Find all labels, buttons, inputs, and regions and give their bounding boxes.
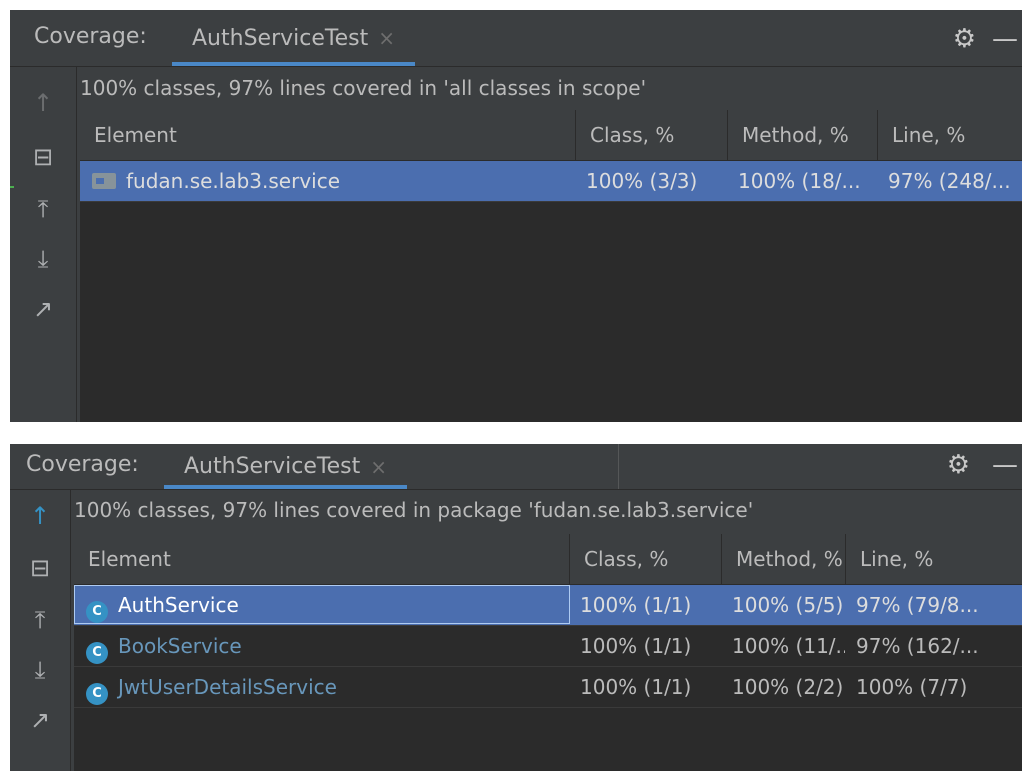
tab-active-indicator (172, 62, 415, 66)
class-icon: C (86, 601, 108, 623)
gear-icon[interactable]: ⚙ (953, 24, 976, 54)
coverage-title: Coverage: (26, 452, 139, 477)
flatten-packages-icon[interactable]: ⊟ (10, 554, 70, 582)
package-folder-icon (92, 173, 116, 189)
element-name: fudan.se.lab3.service (126, 169, 341, 193)
element-name: BookService (118, 634, 242, 658)
line-coverage: 97% (79/8... (856, 593, 979, 617)
tab-auth-service-test[interactable]: AuthServiceTest × (172, 10, 415, 66)
line-coverage: 97% (248/... (888, 169, 1011, 193)
method-coverage: 100% (2/2) (722, 667, 846, 707)
minimize-icon[interactable]: — (992, 24, 1022, 54)
column-line[interactable]: Line, % (846, 534, 1022, 584)
column-element[interactable]: Element (74, 534, 570, 584)
close-icon[interactable]: × (370, 455, 387, 479)
class-icon: C (86, 683, 108, 705)
coverage-toolbar: ↑ ⊟ ⤒ ⤓ ↗ (10, 490, 71, 771)
column-class[interactable]: Class, % (570, 534, 722, 584)
element-name: AuthService (118, 593, 239, 617)
method-coverage: 100% (18/... (728, 161, 878, 201)
gear-icon[interactable]: ⚙ (947, 450, 970, 480)
gutter-marker (10, 186, 14, 188)
column-method[interactable]: Method, % (728, 110, 878, 160)
element-name: JwtUserDetailsService (118, 675, 337, 699)
column-method[interactable]: Method, % (722, 534, 846, 584)
column-element[interactable]: Element (80, 110, 576, 160)
method-coverage: 100% (11/... (722, 626, 846, 666)
go-up-icon[interactable]: ↑ (10, 502, 70, 530)
collapse-all-icon[interactable]: ⤓ (10, 656, 70, 684)
column-class[interactable]: Class, % (576, 110, 728, 160)
tab-auth-service-test[interactable]: AuthServiceTest × (164, 444, 407, 489)
table-row[interactable]: C AuthService 100% (1/1) 100% (5/5) 97% (… (74, 585, 1022, 626)
export-report-icon[interactable]: ↗ (10, 295, 76, 323)
expand-all-icon[interactable]: ⤒ (10, 195, 76, 223)
coverage-table: Element Class, % Method, % Line, % C Auth… (74, 534, 1022, 771)
class-icon: C (86, 642, 108, 664)
tab-label: AuthServiceTest (192, 25, 369, 51)
table-header: Element Class, % Method, % Line, % (80, 110, 1022, 161)
table-row[interactable]: fudan.se.lab3.service 100% (3/3) 100% (1… (80, 161, 1022, 202)
column-line[interactable]: Line, % (878, 110, 1022, 160)
coverage-panel-package: Coverage: AuthServiceTest × ⚙ — ↑ ⊟ ⤒ ⤓ … (10, 444, 1022, 771)
tab-label: AuthServiceTest (184, 454, 361, 479)
coverage-header: Coverage: AuthServiceTest × ⚙ — (10, 444, 1022, 490)
table-row[interactable]: C JwtUserDetailsService 100% (1/1) 100% (… (74, 667, 1022, 708)
element-cell: C AuthService (74, 585, 570, 625)
class-coverage: 100% (1/1) (570, 626, 722, 666)
method-coverage: 100% (5/5) (722, 585, 846, 625)
class-coverage: 100% (1/1) (570, 585, 722, 625)
class-coverage: 100% (1/1) (570, 667, 722, 707)
coverage-summary: 100% classes, 97% lines covered in 'all … (80, 76, 647, 100)
go-up-icon[interactable]: ↑ (10, 89, 76, 117)
element-cell: fudan.se.lab3.service (80, 161, 576, 201)
table-header: Element Class, % Method, % Line, % (74, 534, 1022, 585)
table-row[interactable]: C BookService 100% (1/1) 100% (11/... 97%… (74, 626, 1022, 667)
tab-active-indicator (164, 485, 407, 489)
minimize-icon[interactable]: — (992, 450, 1022, 480)
export-report-icon[interactable]: ↗ (10, 706, 70, 734)
header-divider (618, 444, 619, 489)
coverage-panel-all-scope: Coverage: AuthServiceTest × ⚙ — ↑ ⊟ ⤒ ⤓ … (10, 10, 1022, 422)
line-coverage: 100% (7/7) (856, 675, 968, 699)
element-cell: C JwtUserDetailsService (74, 667, 570, 707)
close-icon[interactable]: × (378, 26, 395, 50)
coverage-toolbar: ↑ ⊟ ⤒ ⤓ ↗ (10, 67, 77, 422)
expand-all-icon[interactable]: ⤒ (10, 606, 70, 634)
line-coverage: 97% (162/... (856, 634, 979, 658)
flatten-packages-icon[interactable]: ⊟ (10, 143, 76, 171)
element-cell: C BookService (74, 626, 570, 666)
coverage-summary: 100% classes, 97% lines covered in packa… (74, 498, 754, 522)
coverage-header: Coverage: AuthServiceTest × ⚙ — (10, 10, 1022, 67)
class-coverage: 100% (3/3) (576, 161, 728, 201)
collapse-all-icon[interactable]: ⤓ (10, 245, 76, 273)
coverage-title: Coverage: (34, 24, 147, 49)
coverage-table: Element Class, % Method, % Line, % fudan… (80, 110, 1022, 422)
